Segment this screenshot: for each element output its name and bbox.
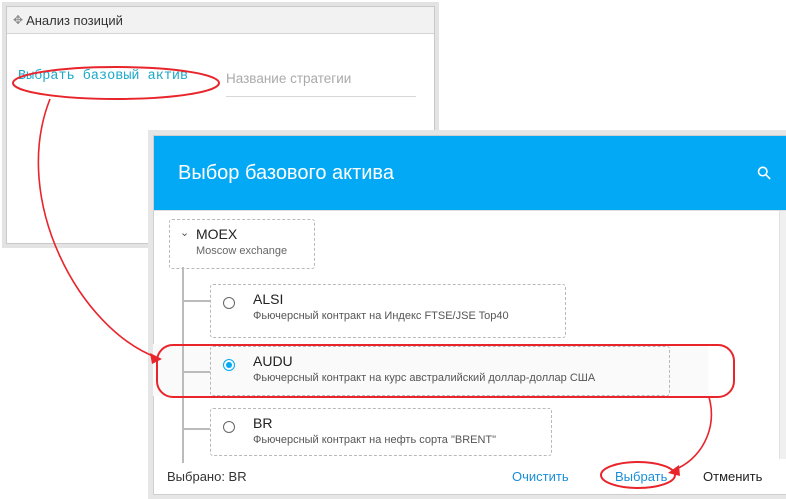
move-icon[interactable]: ✥ — [13, 13, 23, 27]
radio-button[interactable] — [223, 297, 235, 309]
item-description: Фьючерсный контракт на Индекс FTSE/JSE T… — [253, 310, 509, 322]
dialog-title: Выбор базового актива — [178, 161, 394, 184]
choose-button[interactable]: Выбрать — [615, 469, 667, 484]
item-name: BR — [253, 415, 273, 431]
window-header: ✥ Анализ позиций — [7, 7, 434, 34]
item-description: Фьючерсный контракт на курс австралийски… — [253, 372, 596, 384]
tree-branch — [182, 371, 210, 373]
tree-branch — [182, 300, 210, 302]
dialog-header: Выбор базового актива ⚲ — [154, 136, 786, 210]
item-description: Фьючерсный контракт на нефть сорта "BREN… — [253, 434, 497, 446]
tree-branch — [182, 428, 210, 430]
selected-status: Выбрано: BR — [167, 468, 247, 484]
tree-line — [182, 267, 184, 463]
scrollbar[interactable] — [779, 211, 786, 459]
list-item-alsi[interactable]: ALSI Фьючерсный контракт на Индекс FTSE/… — [210, 284, 566, 338]
strategy-name-input[interactable]: Название стратегии — [226, 71, 416, 97]
item-name: ALSI — [253, 291, 284, 307]
radio-button[interactable] — [223, 421, 235, 433]
window-title: Анализ позиций — [26, 12, 123, 28]
cancel-button[interactable]: Отменить — [703, 469, 762, 484]
item-name: AUDU — [253, 353, 293, 369]
search-icon[interactable]: ⚲ — [752, 161, 776, 185]
list-item-br[interactable]: BR Фьючерсный контракт на нефть сорта "B… — [210, 408, 552, 456]
chevron-down-icon[interactable]: ⌄ — [180, 226, 189, 239]
select-base-asset-link[interactable]: Выбрать базовый актив — [18, 69, 188, 84]
group-moex[interactable]: ⌄ MOEX Moscow exchange — [169, 219, 315, 269]
group-description: Moscow exchange — [196, 245, 288, 257]
group-name: MOEX — [196, 226, 238, 242]
radio-button-selected[interactable] — [223, 359, 235, 371]
list-item-audu[interactable]: AUDU Фьючерсный контракт на курс австрал… — [210, 346, 670, 396]
clear-button[interactable]: Очистить — [512, 469, 569, 484]
dialog-footer: Выбрано: BR Очистить Выбрать Отменить — [154, 458, 786, 494]
